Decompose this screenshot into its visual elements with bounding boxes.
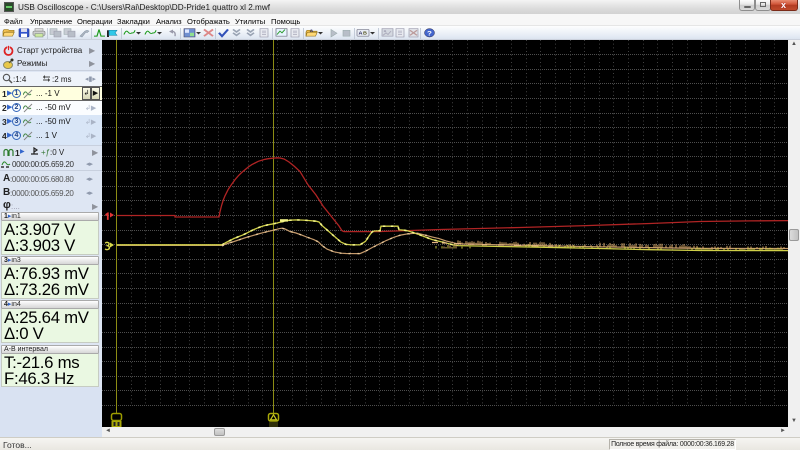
svg-text:a: a — [310, 28, 313, 33]
svg-text:B: B — [363, 31, 367, 36]
svg-text:?: ? — [427, 29, 432, 37]
